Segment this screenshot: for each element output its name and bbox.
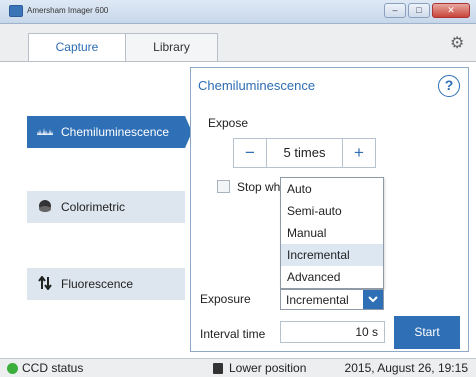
sidebar-item-fluorescence[interactable]: Fluorescence <box>27 268 185 300</box>
tab-library[interactable]: Library <box>125 33 218 62</box>
chemiluminescence-icon <box>35 125 55 139</box>
chemiluminescence-panel: Chemiluminescence ? Expose − 5 times + S… <box>190 67 469 352</box>
dropdown-option-auto[interactable]: Auto <box>281 178 383 200</box>
sidebar-item-label: Colorimetric <box>61 200 126 214</box>
stop-checkbox[interactable] <box>217 180 230 193</box>
close-button[interactable]: ✕ <box>432 3 470 18</box>
help-icon[interactable]: ? <box>438 75 460 97</box>
chevron-down-icon[interactable] <box>363 290 383 309</box>
maximize-button[interactable]: □ <box>408 3 430 18</box>
dropdown-option-semi-auto[interactable]: Semi-auto <box>281 200 383 222</box>
position-icon <box>213 363 223 374</box>
exposure-select[interactable]: Incremental <box>280 289 384 310</box>
expose-count-value: 5 times <box>283 145 326 160</box>
date-time: 2015, August 26, 19:15 <box>344 361 468 375</box>
expose-label: Expose <box>208 116 249 130</box>
exposure-label: Exposure <box>200 292 251 306</box>
sidebar-item-label: Fluorescence <box>61 277 134 291</box>
position-label: Lower position <box>229 361 307 375</box>
interval-time-label: Interval time <box>200 327 266 341</box>
exposure-select-value: Incremental <box>286 293 349 307</box>
gear-icon[interactable]: ⚙ <box>450 36 466 52</box>
start-button[interactable]: Start <box>394 316 460 349</box>
exposure-dropdown-list: Auto Semi-auto Manual Incremental Advanc… <box>280 177 384 289</box>
window-title: Amersham Imager 600 <box>27 6 109 15</box>
sidebar-item-label: Chemiluminescence <box>61 125 170 139</box>
panel-title: Chemiluminescence <box>198 78 316 93</box>
interval-time-input[interactable]: 10 s <box>280 321 385 343</box>
status-bar: CCD status Lower position 2015, August 2… <box>0 358 476 377</box>
dropdown-option-incremental[interactable]: Incremental <box>281 244 383 266</box>
window-titlebar: Amersham Imager 600 – □ ✕ <box>0 0 476 24</box>
main-area: Chemiluminescence Colorimetric Fluoresce… <box>0 61 476 358</box>
fluorescence-arrows-icon <box>35 274 55 293</box>
window-controls: – □ ✕ <box>384 3 470 18</box>
dropdown-option-advanced[interactable]: Advanced <box>281 266 383 288</box>
increment-button[interactable]: + <box>342 139 375 167</box>
minimize-button[interactable]: – <box>384 3 406 18</box>
tab-capture[interactable]: Capture <box>28 33 126 63</box>
dropdown-option-manual[interactable]: Manual <box>281 222 383 244</box>
ccd-status-indicator <box>7 363 18 374</box>
tab-bar: Capture Library ⚙ <box>0 24 476 63</box>
sidebar-item-colorimetric[interactable]: Colorimetric <box>27 191 185 223</box>
app-icon <box>9 5 23 17</box>
stop-label: Stop wh <box>237 180 281 194</box>
expose-stepper: − 5 times + <box>233 138 376 168</box>
sidebar-item-chemiluminescence[interactable]: Chemiluminescence <box>27 116 185 148</box>
ccd-status-label: CCD status <box>22 361 84 375</box>
colorimetric-icon <box>35 199 55 216</box>
decrement-button[interactable]: − <box>234 139 267 167</box>
